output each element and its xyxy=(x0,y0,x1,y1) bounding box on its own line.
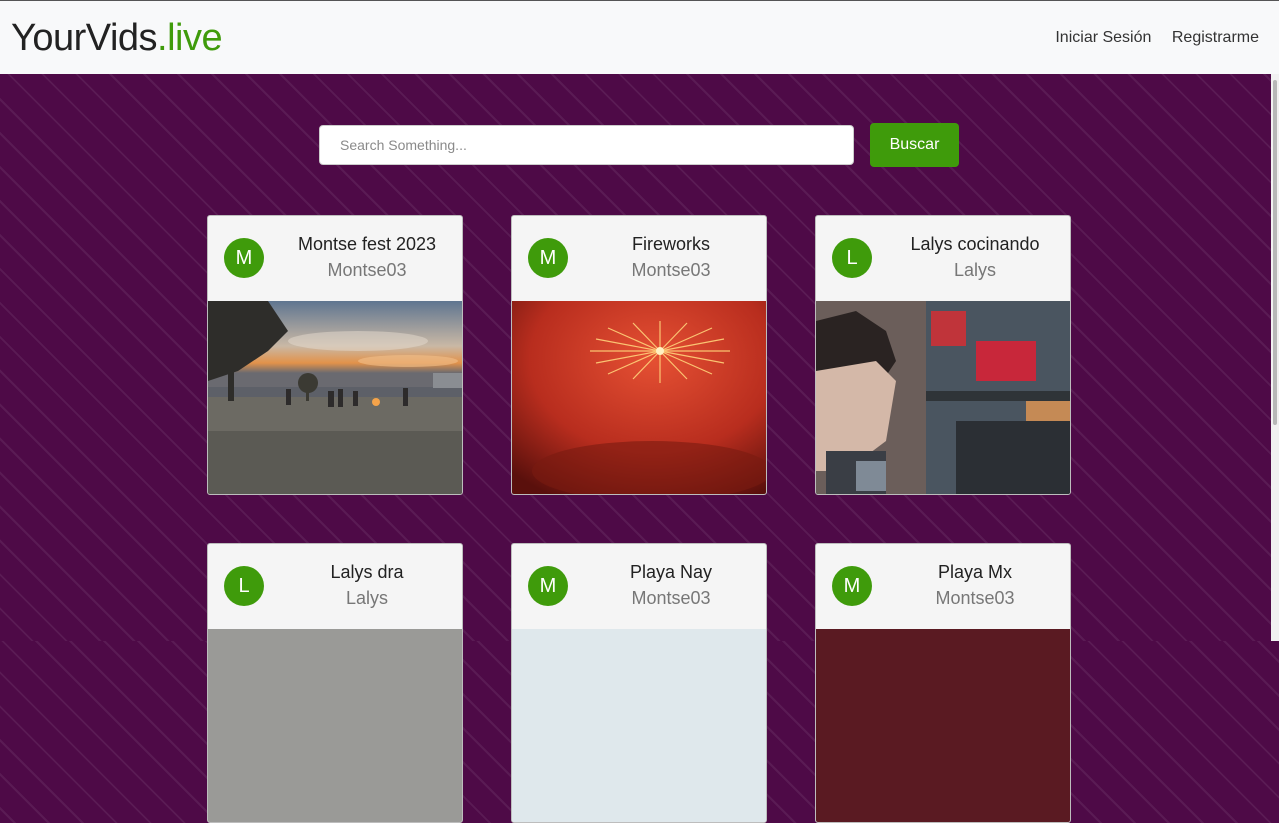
login-link[interactable]: Iniciar Sesión xyxy=(1055,29,1151,46)
video-title[interactable]: Montse fest 2023 xyxy=(278,234,456,255)
video-title[interactable]: Fireworks xyxy=(582,234,760,255)
video-author: Lalys xyxy=(345,588,389,608)
avatar: M xyxy=(528,238,568,278)
video-card[interactable]: M Playa Nay Montse03 xyxy=(511,543,767,823)
scrollbar-thumb[interactable] xyxy=(1273,80,1277,425)
card-header: M Playa Mx Montse03 xyxy=(816,544,1070,629)
video-card[interactable]: M Fireworks Montse03 xyxy=(511,215,767,495)
navbar: YourVids.live Iniciar Sesión Registrarme xyxy=(0,0,1279,74)
search-button[interactable]: Buscar xyxy=(870,123,959,167)
video-thumbnail[interactable] xyxy=(816,629,1070,822)
avatar: M xyxy=(224,238,264,278)
card-header: M Montse fest 2023 Montse03 xyxy=(208,216,462,301)
register-link[interactable]: Registrarme xyxy=(1172,29,1259,46)
search-input[interactable] xyxy=(319,125,854,165)
card-header: L Lalys cocinando Lalys xyxy=(816,216,1070,301)
video-thumbnail[interactable] xyxy=(512,301,766,494)
video-card[interactable]: M Montse fest 2023 Montse03 xyxy=(207,215,463,495)
video-author: Montse03 xyxy=(327,260,407,280)
video-title[interactable]: Playa Nay xyxy=(582,562,760,583)
brand-suffix: .live xyxy=(157,17,223,59)
avatar: M xyxy=(528,566,568,606)
video-author: Lalys xyxy=(953,260,997,280)
video-card[interactable]: M Playa Mx Montse03 xyxy=(815,543,1071,823)
card-header: M Playa Nay Montse03 xyxy=(512,544,766,629)
video-card[interactable]: L Lalys cocinando Lalys xyxy=(815,215,1071,495)
brand-logo[interactable]: YourVids.live xyxy=(11,15,223,61)
video-author: Montse03 xyxy=(935,588,1015,608)
brand-name: YourVids xyxy=(11,17,158,59)
video-author: Montse03 xyxy=(631,260,711,280)
video-author: Montse03 xyxy=(631,588,711,608)
video-title[interactable]: Lalys dra xyxy=(278,562,456,583)
nav-links: Iniciar Sesión Registrarme xyxy=(1039,29,1259,47)
card-header: L Lalys dra Lalys xyxy=(208,544,462,629)
video-thumbnail[interactable] xyxy=(816,301,1070,494)
avatar: L xyxy=(224,566,264,606)
video-title[interactable]: Playa Mx xyxy=(886,562,1064,583)
video-thumbnail[interactable] xyxy=(512,629,766,822)
video-card[interactable]: L Lalys dra Lalys xyxy=(207,543,463,823)
video-thumbnail[interactable] xyxy=(208,629,462,822)
video-thumbnail[interactable] xyxy=(208,301,462,494)
avatar: M xyxy=(832,566,872,606)
video-title[interactable]: Lalys cocinando xyxy=(886,234,1064,255)
card-header: M Fireworks Montse03 xyxy=(512,216,766,301)
scrollbar[interactable] xyxy=(1271,74,1279,641)
avatar: L xyxy=(832,238,872,278)
